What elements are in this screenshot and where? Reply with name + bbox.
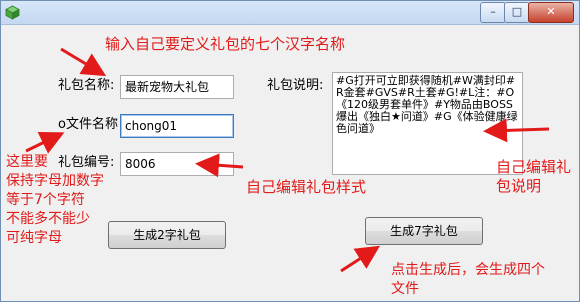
arrow-to-generate-button [340, 245, 381, 273]
arrow-to-name-field [60, 47, 107, 77]
arrow-to-file-field [25, 132, 65, 154]
arrow-to-description [483, 118, 550, 143]
annotation-arrows [25, 47, 550, 273]
arrow-to-id-field [195, 153, 244, 178]
app-window: – □ ✕ 礼包名称: 最新宠物大礼包 o文件名称 chong01 礼包编号: … [0, 0, 580, 302]
